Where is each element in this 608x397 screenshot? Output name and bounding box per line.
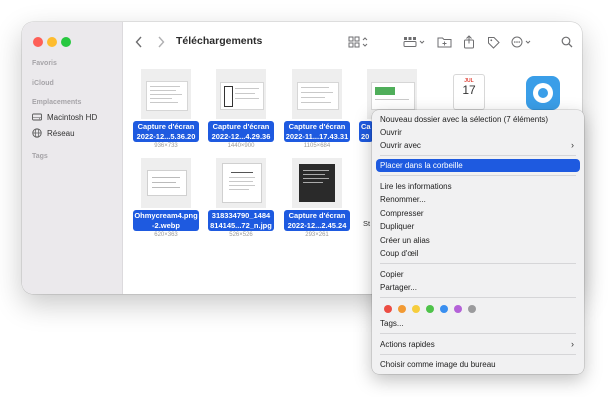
tag-gray-dot[interactable] <box>468 305 476 313</box>
file-dimensions: 1440×900 <box>227 143 255 149</box>
file-name: 318334790_1484 814145...72_n.jpg <box>208 210 274 231</box>
menu-item-duplicate[interactable]: Dupliquer <box>376 220 580 233</box>
tag-orange-dot[interactable] <box>398 305 406 313</box>
screenshot-preview <box>297 82 339 110</box>
file-dimensions: 620×363 <box>154 232 178 238</box>
screenshot-preview <box>220 82 264 110</box>
tag-button[interactable] <box>486 34 500 50</box>
view-mode-button[interactable] <box>347 34 371 50</box>
sidebar-section-locations: Emplacements <box>32 99 82 106</box>
tag-green-dot[interactable] <box>426 305 434 313</box>
file-thumbnail <box>216 158 266 208</box>
file-thumbnail <box>292 69 342 119</box>
zoom-button[interactable] <box>61 37 71 47</box>
file-name: Capture d'écran 2022-12...2.45.24 <box>284 210 350 231</box>
file-thumbnail <box>216 69 266 119</box>
file-name: Capture d'écran 2022-12...5.36.20 <box>133 121 199 142</box>
file-name: Capture d'écran 2022-11...17.43.31 <box>284 121 350 142</box>
chevron-right-icon: › <box>571 140 574 150</box>
sidebar-item-macintosh-hd[interactable]: Macintosh HD <box>32 110 97 124</box>
menu-item-open-with[interactable]: Ouvrir avec › <box>376 139 580 152</box>
tag-blue-dot[interactable] <box>440 305 448 313</box>
menu-item-open[interactable]: Ouvrir <box>376 126 580 139</box>
search-icon <box>561 36 573 48</box>
screenshot-preview <box>146 81 188 111</box>
menu-item-rename[interactable]: Renommer... <box>376 193 580 206</box>
tag-yellow-dot[interactable] <box>412 305 420 313</box>
app-icon[interactable] <box>526 76 560 110</box>
menu-item-new-folder-with-selection[interactable]: Nouveau dossier avec la sélection (7 élé… <box>376 113 580 126</box>
forward-button[interactable] <box>156 34 166 50</box>
menu-item-quick-actions[interactable]: Actions rapides › <box>376 338 580 351</box>
action-menu-button[interactable] <box>510 34 534 50</box>
group-button[interactable] <box>402 34 428 50</box>
sidebar: Favoris iCloud Emplacements Macintosh HD… <box>22 22 123 294</box>
more-icon <box>511 36 531 48</box>
calendar-day: 17 <box>462 83 476 97</box>
share-button[interactable] <box>462 34 476 50</box>
menu-separator <box>380 175 576 176</box>
menu-item-get-info[interactable]: Lire les informations <box>376 180 580 193</box>
file-name: Capture d'écran 2022-12...4.29.36 <box>208 121 274 142</box>
file-name: Ohmycream4.png -2.webp <box>133 210 199 231</box>
tag-icon <box>487 36 500 49</box>
sidebar-item-label: Réseau <box>47 128 75 138</box>
menu-separator <box>380 333 576 334</box>
minimize-button[interactable] <box>47 37 57 47</box>
menu-separator <box>380 354 576 355</box>
menu-item-set-desktop-picture[interactable]: Choisir comme image du bureau <box>376 358 580 371</box>
tag-red-dot[interactable] <box>384 305 392 313</box>
file-thumbnail <box>292 158 342 208</box>
image-preview <box>147 170 187 196</box>
share-icon <box>464 35 474 49</box>
sidebar-section-tags: Tags <box>32 153 48 160</box>
folder-icon <box>437 37 451 48</box>
chevron-right-icon <box>158 36 165 48</box>
sidebar-section-icloud: iCloud <box>32 80 54 87</box>
menu-separator <box>380 263 576 264</box>
file-thumbnail <box>141 158 191 208</box>
menu-item-tags[interactable]: Tags... <box>376 317 580 330</box>
file-thumbnail <box>141 69 191 119</box>
close-button[interactable] <box>33 37 43 47</box>
menu-separator <box>380 155 576 156</box>
sidebar-item-network[interactable]: Réseau <box>32 126 75 140</box>
menu-item-make-alias[interactable]: Créer un alias <box>376 234 580 247</box>
screenshot-preview <box>299 164 335 202</box>
chevron-right-icon: › <box>571 339 574 349</box>
globe-icon <box>32 128 42 138</box>
screenshot-preview <box>371 82 415 110</box>
file-dimensions: 1105×684 <box>303 143 331 149</box>
hard-drive-icon <box>32 113 42 121</box>
tag-purple-dot[interactable] <box>454 305 462 313</box>
chevron-left-icon <box>135 36 142 48</box>
menu-separator <box>380 297 576 298</box>
sidebar-section-favorites: Favoris <box>32 60 57 67</box>
file-dimensions: 526×526 <box>229 232 253 238</box>
menu-item-quick-look[interactable]: Coup d'œil <box>376 247 580 260</box>
new-folder-button[interactable] <box>436 34 452 50</box>
context-menu: Nouveau dossier avec la sélection (7 élé… <box>372 110 584 374</box>
back-button[interactable] <box>134 34 144 50</box>
menu-item-compress[interactable]: Compresser <box>376 207 580 220</box>
calendar-app-icon[interactable]: JUL 17 <box>453 74 485 110</box>
menu-item-copy[interactable]: Copier <box>376 268 580 281</box>
sidebar-item-label: Macintosh HD <box>47 112 98 122</box>
menu-item-share[interactable]: Partager... <box>376 281 580 294</box>
window-title: Téléchargements <box>176 35 263 47</box>
file-dimensions: 293×261 <box>305 232 329 238</box>
group-icon <box>403 37 425 47</box>
search-button[interactable] <box>560 34 574 50</box>
image-preview <box>222 163 262 203</box>
file-name: Ca 20 <box>359 121 373 142</box>
grid-icon <box>348 36 368 48</box>
file-name-partial: St <box>363 219 371 228</box>
menu-item-move-to-trash[interactable]: Placer dans la corbeille <box>376 159 580 172</box>
file-dimensions: 936×733 <box>154 143 178 149</box>
